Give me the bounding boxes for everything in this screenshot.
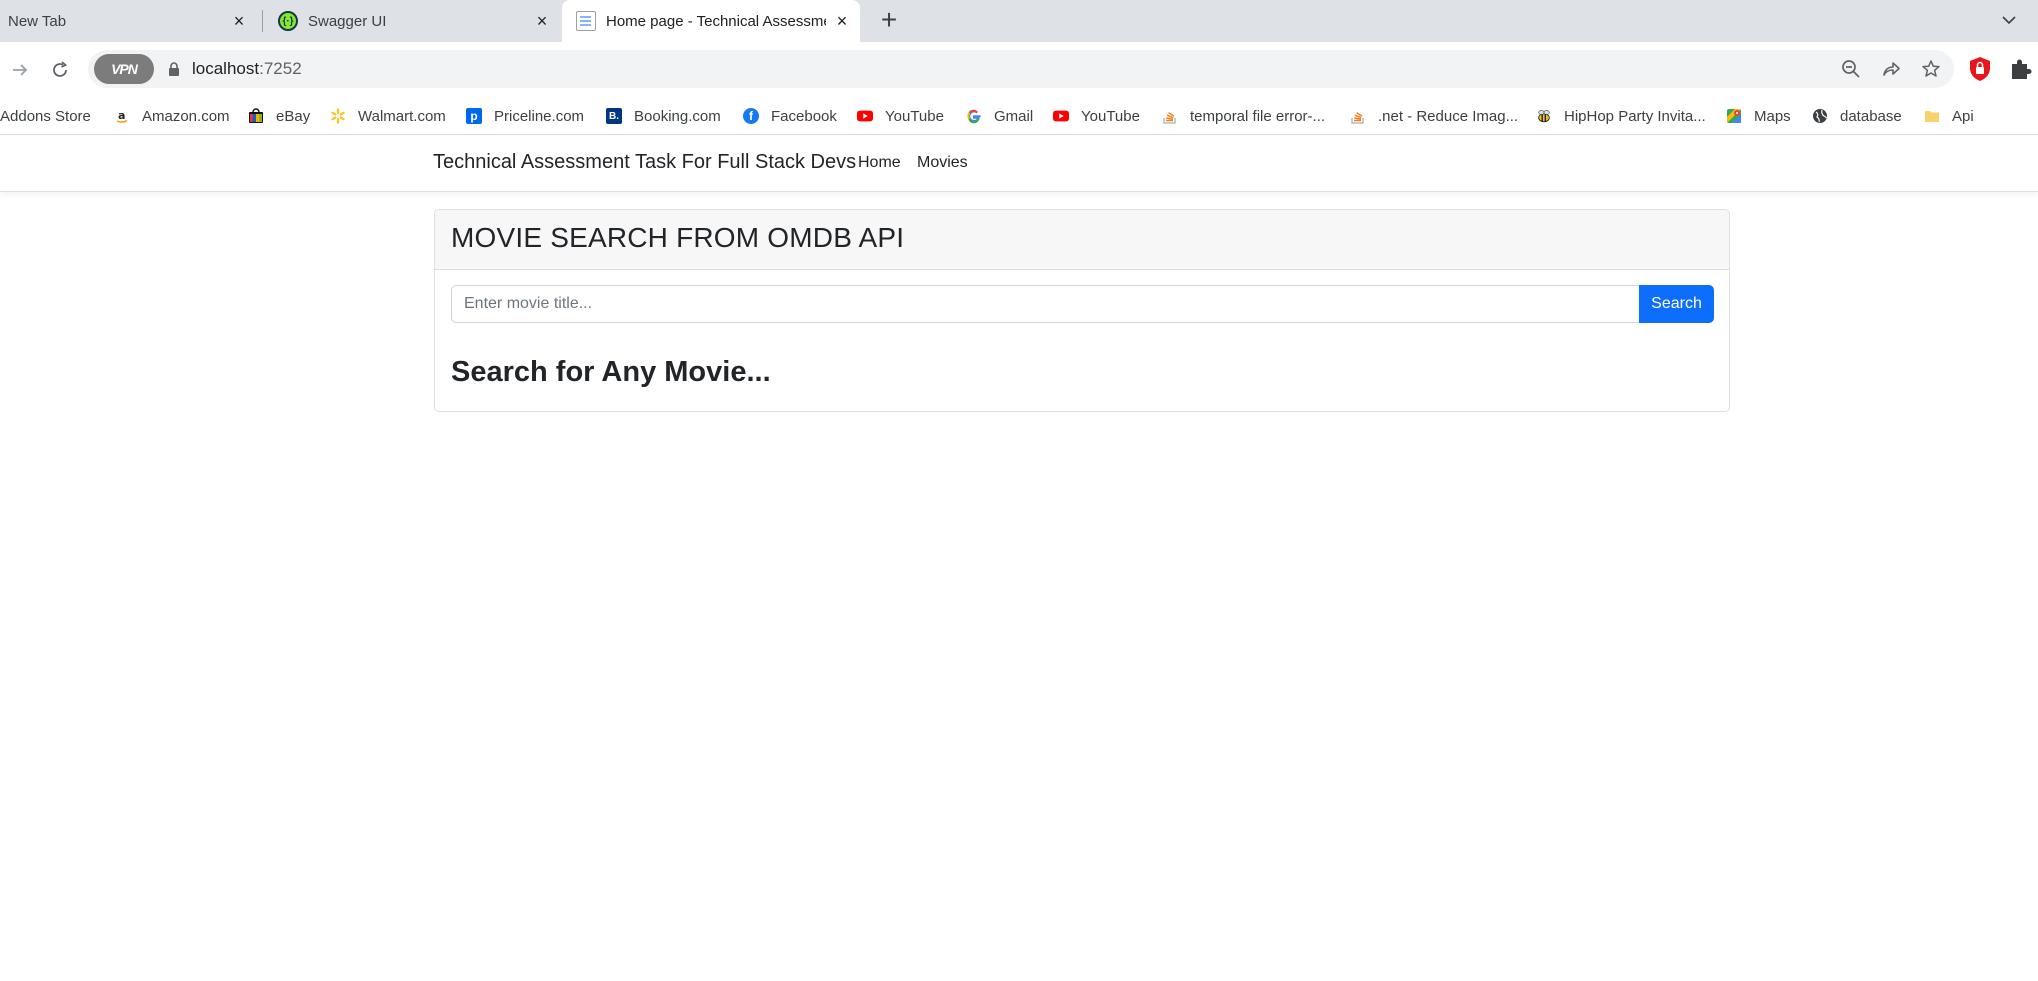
tab-title: Swagger UI xyxy=(308,12,387,30)
ebay-icon xyxy=(248,108,264,124)
bookmark-label: eBay xyxy=(276,107,311,125)
google-icon xyxy=(966,108,982,124)
new-tab-button[interactable]: + xyxy=(874,6,904,36)
folder-icon xyxy=(1924,108,1940,124)
zoom-out-icon xyxy=(1842,60,1860,78)
bookmark-label: temporal file error-... xyxy=(1190,107,1326,125)
lock-icon[interactable] xyxy=(168,62,180,76)
bookmarks-bar: Addons Store a Amazon.com eBay Walmart.c… xyxy=(0,97,2038,135)
bookmark-ebay[interactable]: eBay xyxy=(248,97,310,135)
share-icon xyxy=(1883,62,1900,76)
card-header: MOVIE SEARCH FROM OMDB API xyxy=(435,210,1729,270)
tab-title: New Tab xyxy=(8,12,67,30)
tab-home-page-active[interactable]: Home page - Technical Assessment Task Fo… xyxy=(562,0,860,42)
bookmark-temporal-file-error[interactable]: temporal file error-... xyxy=(1162,97,1325,135)
tab-new-tab[interactable]: New Tab × xyxy=(0,0,257,42)
bookmark-label: Api xyxy=(1952,107,1974,125)
booking-icon: B. xyxy=(606,108,622,124)
bookmark-amazon[interactable]: a Amazon.com xyxy=(114,97,230,135)
bookmark-label: YouTube xyxy=(1081,107,1140,125)
nav-link-movies[interactable]: Movies xyxy=(917,154,968,172)
bookmark-api-folder[interactable]: Api xyxy=(1924,97,1974,135)
chevron-down-icon xyxy=(2002,16,2016,25)
stackoverflow-icon xyxy=(1162,108,1178,124)
forward-button[interactable] xyxy=(4,54,36,86)
url-port: :7252 xyxy=(259,59,302,78)
shield-extension-icon[interactable] xyxy=(1968,56,1992,82)
bookmark-addons-store[interactable]: Addons Store xyxy=(0,97,91,135)
youtube-icon xyxy=(1053,108,1069,124)
bookmark-label: Booking.com xyxy=(634,107,721,125)
address-bar[interactable]: VPN localhost:7252 xyxy=(88,50,1954,88)
bookmark-gmail[interactable]: Gmail xyxy=(966,97,1033,135)
tab-separator xyxy=(262,10,263,32)
star-icon xyxy=(1922,60,1940,77)
zoom-button[interactable] xyxy=(1836,54,1866,84)
web-page: Technical Assessment Task For Full Stack… xyxy=(0,136,2038,981)
movie-search-card: MOVIE SEARCH FROM OMDB API Search Search… xyxy=(434,209,1730,412)
bookmark-walmart[interactable]: Walmart.com xyxy=(330,97,446,135)
bookmark-label: Addons Store xyxy=(0,107,91,125)
bookmark-database[interactable]: database xyxy=(1812,97,1902,135)
bookmark-label: Priceline.com xyxy=(494,107,585,125)
bookmark-label: .net - Reduce Imag... xyxy=(1378,107,1519,125)
tab-search-button[interactable] xyxy=(1996,8,2022,34)
stackoverflow-icon xyxy=(1350,108,1366,124)
close-icon[interactable]: × xyxy=(229,11,249,31)
bookmark-label: HipHop Party Invita... xyxy=(1564,107,1706,125)
bookmark-priceline[interactable]: p Priceline.com xyxy=(466,97,584,135)
bookmark-label: Maps xyxy=(1754,107,1791,125)
search-results-heading: Search for Any Movie... xyxy=(451,356,771,388)
bookmark-label: Facebook xyxy=(771,107,837,125)
site-navbar: Technical Assessment Task For Full Stack… xyxy=(0,136,2038,192)
bookmark-label: YouTube xyxy=(885,107,944,125)
reload-button[interactable] xyxy=(44,54,76,86)
arrow-right-icon xyxy=(13,64,28,76)
priceline-icon: p xyxy=(466,108,482,124)
search-button[interactable]: Search xyxy=(1639,285,1714,323)
browser-toolbar: VPN localhost:7252 xyxy=(0,42,2038,97)
bookmark-star-button[interactable] xyxy=(1916,54,1946,84)
bookmark-net-reduce-image[interactable]: .net - Reduce Imag... xyxy=(1350,97,1518,135)
tab-strip: New Tab × {·} Swagger UI × Home page - T… xyxy=(0,0,2038,42)
tab-swagger-ui[interactable]: {·} Swagger UI × xyxy=(264,0,560,42)
site-brand-link[interactable]: Technical Assessment Task For Full Stack… xyxy=(433,151,856,174)
url-text[interactable]: localhost:7252 xyxy=(192,59,302,79)
close-icon[interactable]: × xyxy=(832,11,852,31)
bookmark-youtube-2[interactable]: YouTube xyxy=(1053,97,1140,135)
vpn-button[interactable]: VPN xyxy=(94,54,154,84)
svg-text:a: a xyxy=(118,109,125,122)
bookmark-facebook[interactable]: f Facebook xyxy=(743,97,837,135)
share-button[interactable] xyxy=(1876,54,1906,84)
page-icon xyxy=(576,11,596,31)
card-title: MOVIE SEARCH FROM OMDB API xyxy=(451,222,905,253)
reload-icon xyxy=(53,61,68,77)
swagger-icon: {·} xyxy=(278,11,298,31)
bookmark-hiphop-party[interactable]: HipHop Party Invita... xyxy=(1536,97,1706,135)
movie-title-search-input[interactable] xyxy=(451,285,1639,323)
youtube-icon xyxy=(857,108,873,124)
walmart-spark-icon xyxy=(330,108,346,124)
extensions-puzzle-icon[interactable] xyxy=(2008,56,2034,82)
bookmark-youtube-1[interactable]: YouTube xyxy=(857,97,944,135)
nav-link-home[interactable]: Home xyxy=(858,154,901,172)
maps-icon xyxy=(1726,108,1742,124)
bookmark-label: database xyxy=(1840,107,1902,125)
close-icon[interactable]: × xyxy=(532,11,552,31)
bookmark-maps[interactable]: Maps xyxy=(1726,97,1791,135)
url-host: localhost xyxy=(192,59,260,78)
amazon-icon: a xyxy=(114,108,130,124)
bookmark-booking[interactable]: B. Booking.com xyxy=(606,97,721,135)
globe-icon xyxy=(1812,108,1828,124)
bookmark-label: Amazon.com xyxy=(142,107,230,125)
bookmark-label: Walmart.com xyxy=(358,107,446,125)
tab-title: Home page - Technical Assessment Task Fo… xyxy=(606,12,826,30)
bookmark-label: Gmail xyxy=(994,107,1034,125)
facebook-icon: f xyxy=(743,108,759,124)
bee-icon xyxy=(1536,108,1552,124)
